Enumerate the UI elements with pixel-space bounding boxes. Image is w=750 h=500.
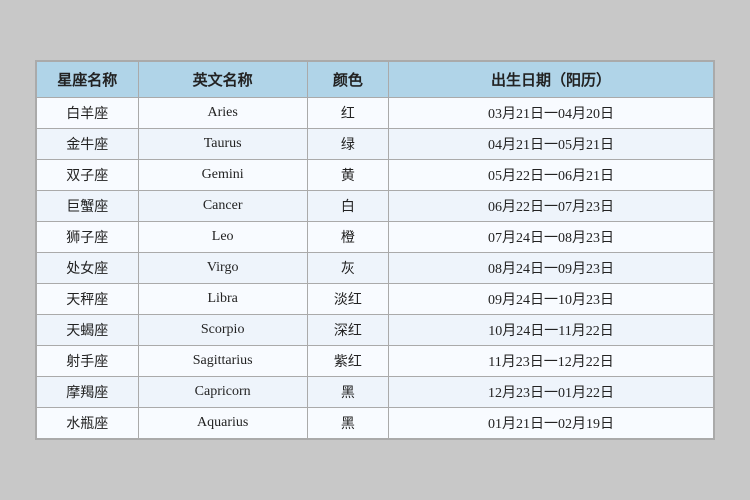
header-color: 颜色 (307, 62, 388, 98)
cell-cn: 金牛座 (37, 129, 139, 160)
cell-en: Libra (138, 284, 307, 315)
cell-en: Taurus (138, 129, 307, 160)
cell-cn: 处女座 (37, 253, 139, 284)
cell-color: 黄 (307, 160, 388, 191)
cell-en: Leo (138, 222, 307, 253)
cell-en: Aries (138, 98, 307, 129)
header-date: 出生日期（阳历） (389, 62, 714, 98)
table-row: 白羊座Aries红03月21日一04月20日 (37, 98, 714, 129)
cell-color: 深红 (307, 315, 388, 346)
cell-date: 12月23日一01月22日 (389, 377, 714, 408)
cell-cn: 天蝎座 (37, 315, 139, 346)
cell-date: 10月24日一11月22日 (389, 315, 714, 346)
cell-en: Sagittarius (138, 346, 307, 377)
cell-color: 白 (307, 191, 388, 222)
table-row: 巨蟹座Cancer白06月22日一07月23日 (37, 191, 714, 222)
cell-date: 05月22日一06月21日 (389, 160, 714, 191)
zodiac-table: 星座名称 英文名称 颜色 出生日期（阳历） 白羊座Aries红03月21日一04… (36, 61, 714, 439)
cell-color: 灰 (307, 253, 388, 284)
cell-color: 绿 (307, 129, 388, 160)
table-row: 双子座Gemini黄05月22日一06月21日 (37, 160, 714, 191)
header-cn: 星座名称 (37, 62, 139, 98)
cell-cn: 水瓶座 (37, 408, 139, 439)
cell-date: 06月22日一07月23日 (389, 191, 714, 222)
header-en: 英文名称 (138, 62, 307, 98)
table-row: 处女座Virgo灰08月24日一09月23日 (37, 253, 714, 284)
cell-color: 黑 (307, 408, 388, 439)
table-row: 金牛座Taurus绿04月21日一05月21日 (37, 129, 714, 160)
table-row: 射手座Sagittarius紫红11月23日一12月22日 (37, 346, 714, 377)
cell-cn: 白羊座 (37, 98, 139, 129)
table-row: 天秤座Libra淡红09月24日一10月23日 (37, 284, 714, 315)
table-row: 天蝎座Scorpio深红10月24日一11月22日 (37, 315, 714, 346)
cell-en: Scorpio (138, 315, 307, 346)
table-row: 水瓶座Aquarius黑01月21日一02月19日 (37, 408, 714, 439)
cell-date: 11月23日一12月22日 (389, 346, 714, 377)
table-row: 摩羯座Capricorn黑12月23日一01月22日 (37, 377, 714, 408)
cell-color: 红 (307, 98, 388, 129)
cell-cn: 射手座 (37, 346, 139, 377)
cell-en: Aquarius (138, 408, 307, 439)
cell-date: 08月24日一09月23日 (389, 253, 714, 284)
cell-color: 紫红 (307, 346, 388, 377)
cell-date: 04月21日一05月21日 (389, 129, 714, 160)
cell-date: 09月24日一10月23日 (389, 284, 714, 315)
zodiac-table-container: 星座名称 英文名称 颜色 出生日期（阳历） 白羊座Aries红03月21日一04… (35, 60, 715, 440)
cell-cn: 天秤座 (37, 284, 139, 315)
cell-cn: 巨蟹座 (37, 191, 139, 222)
cell-cn: 狮子座 (37, 222, 139, 253)
cell-date: 07月24日一08月23日 (389, 222, 714, 253)
cell-date: 01月21日一02月19日 (389, 408, 714, 439)
cell-color: 黑 (307, 377, 388, 408)
cell-en: Capricorn (138, 377, 307, 408)
cell-en: Cancer (138, 191, 307, 222)
cell-color: 淡红 (307, 284, 388, 315)
cell-cn: 双子座 (37, 160, 139, 191)
table-row: 狮子座Leo橙07月24日一08月23日 (37, 222, 714, 253)
cell-en: Virgo (138, 253, 307, 284)
cell-color: 橙 (307, 222, 388, 253)
cell-date: 03月21日一04月20日 (389, 98, 714, 129)
cell-cn: 摩羯座 (37, 377, 139, 408)
cell-en: Gemini (138, 160, 307, 191)
table-header-row: 星座名称 英文名称 颜色 出生日期（阳历） (37, 62, 714, 98)
